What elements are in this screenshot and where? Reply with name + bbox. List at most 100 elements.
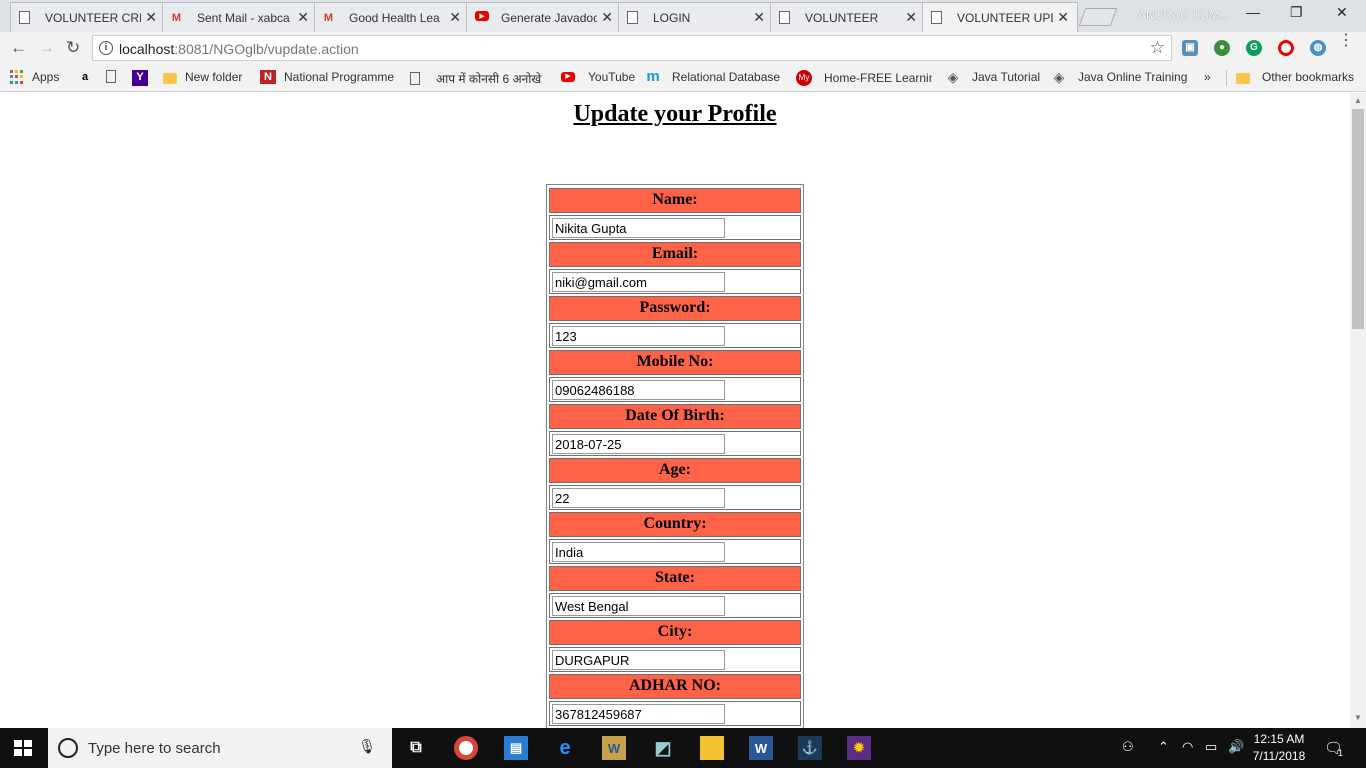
field-input-cell	[549, 593, 801, 618]
minimize-icon[interactable]: —	[1246, 4, 1260, 20]
bookmark-other-bookmarks[interactable]: Other bookmarks	[1236, 70, 1354, 84]
restore-icon[interactable]: ❐	[1290, 4, 1303, 21]
close-icon[interactable]: ✕	[145, 9, 157, 26]
bookmark-relational-database[interactable]: m Relational Database	[646, 68, 780, 85]
extension-globe-icon[interactable]: ●	[1214, 40, 1230, 56]
bookmark-apps[interactable]: Apps	[10, 70, 59, 84]
tab-sent-mail[interactable]: M Sent Mail - xabca ✕	[162, 2, 318, 32]
tab-login[interactable]: LOGIN ✕	[618, 2, 774, 32]
tab-generate-javadoc[interactable]: ▶ Generate Javadoc ✕	[466, 2, 622, 32]
field-input[interactable]	[552, 542, 725, 562]
document-icon	[931, 11, 942, 24]
field-input-cell	[549, 323, 801, 348]
extension-earth-icon[interactable]: ◍	[1310, 40, 1326, 56]
bookmark-java-online-training[interactable]: ◈ Java Online Training	[1052, 69, 1188, 85]
tab-good-health[interactable]: M Good Health Lea ✕	[314, 2, 470, 32]
chrome-icon[interactable]	[454, 736, 478, 760]
tab-volunteer[interactable]: VOLUNTEER ✕	[770, 2, 926, 32]
wifi-icon[interactable]: ◠	[1182, 739, 1193, 755]
edge-icon[interactable]: e	[553, 736, 577, 760]
field-label: Mobile No:	[549, 350, 801, 375]
my-icon: My	[796, 70, 812, 86]
field-input[interactable]	[552, 380, 725, 400]
close-icon[interactable]: ✕	[601, 9, 613, 26]
bookmark-yahoo[interactable]: Y	[132, 70, 156, 86]
opera-icon[interactable]	[1278, 40, 1294, 56]
windows-start-icon[interactable]	[14, 740, 32, 756]
field-input[interactable]	[552, 272, 725, 292]
bookmark-label: New folder	[185, 70, 243, 84]
folder-icon	[163, 72, 177, 84]
tab-volunteer-crit[interactable]: VOLUNTEER CRIT ✕	[10, 2, 166, 32]
forward-arrow-icon[interactable]: →	[38, 38, 55, 58]
close-icon[interactable]: ✕	[905, 9, 917, 26]
m-icon: m	[646, 68, 660, 85]
bookmark-amazon[interactable]: a	[78, 70, 100, 84]
extension-green-icon[interactable]: G	[1246, 40, 1262, 56]
mysql-workbench-icon[interactable]: ⚓	[798, 736, 822, 760]
url-path: :8081/NGOglb/vupdate.action	[174, 41, 359, 57]
bookmark-youtube[interactable]: ▶ YouTube	[561, 70, 635, 84]
game-app-icon[interactable]: ✹	[847, 736, 871, 760]
wordpad-icon[interactable]: W	[602, 736, 626, 760]
field-label: Password:	[549, 296, 801, 321]
taskbar-clock[interactable]: 12:15 AM 7/11/2018	[1248, 731, 1310, 765]
bookmark-label: Java Online Training	[1078, 70, 1188, 84]
tab-title: LOGIN	[653, 10, 691, 25]
field-input[interactable]	[552, 650, 725, 670]
cortana-icon[interactable]	[58, 738, 78, 758]
bookmarks-separator	[1226, 70, 1227, 86]
chevron-up-icon[interactable]: ⌃	[1158, 739, 1169, 755]
field-input[interactable]	[552, 218, 725, 238]
bookmarks-overflow-button[interactable]: »	[1204, 70, 1211, 84]
microphone-icon[interactable]: 🎙	[358, 738, 376, 755]
address-bar[interactable]: i localhost:8081/NGOglb/vupdate.action ☆	[92, 35, 1172, 61]
new-tab-button[interactable]	[1078, 8, 1118, 26]
youtube-icon: ▶	[475, 11, 489, 21]
field-input[interactable]	[552, 326, 725, 346]
profile-name[interactable]: ANURAG KUM...	[1138, 8, 1229, 22]
bookmark-java-tutorial[interactable]: ◈ Java Tutorial	[946, 70, 1040, 84]
reload-icon[interactable]: ↻	[66, 38, 80, 58]
bookmark-national-programme[interactable]: N National Programme	[260, 70, 394, 84]
tab-title: Generate Javadoc	[501, 10, 597, 25]
task-view-icon[interactable]: ⧉	[404, 736, 428, 760]
document-icon	[779, 11, 790, 24]
scroll-down-arrow-icon[interactable]: ▼	[1354, 713, 1362, 722]
scroll-up-arrow-icon[interactable]: ▲	[1354, 96, 1362, 105]
close-icon[interactable]: ✕	[753, 9, 765, 26]
field-input[interactable]	[552, 488, 725, 508]
scrollbar-thumb[interactable]	[1352, 109, 1364, 329]
people-icon[interactable]: ⚇	[1122, 739, 1134, 755]
bookmark-hindi-article[interactable]: आप में कोनसी 6 अनोखे	[410, 70, 546, 87]
close-icon[interactable]: ✕	[297, 9, 309, 26]
bookmark-label: आप में कोनसी 6 अनोखे	[436, 72, 542, 86]
bookmark-document[interactable]	[106, 70, 124, 83]
vertical-scrollbar[interactable]: ▲ ▼	[1350, 93, 1366, 728]
close-icon[interactable]: ✕	[1057, 9, 1069, 26]
extension-photo-icon[interactable]: ▣	[1182, 40, 1198, 56]
battery-icon[interactable]: ▭	[1205, 739, 1217, 755]
volume-icon[interactable]: 🔊	[1228, 739, 1244, 755]
bookmarks-bar: Apps a Y New folder N National Programme…	[0, 64, 1366, 92]
file-explorer-icon[interactable]	[700, 736, 724, 760]
close-icon[interactable]: ✕	[449, 9, 461, 26]
store-icon[interactable]: ▤	[504, 736, 528, 760]
field-input-cell	[549, 431, 801, 456]
close-window-icon[interactable]: ✕	[1336, 4, 1348, 21]
url-text[interactable]: localhost:8081/NGOglb/vupdate.action	[119, 41, 359, 57]
bookmark-new-folder[interactable]: New folder	[163, 70, 242, 84]
taskbar-search-box[interactable]: Type here to search 🎙	[48, 728, 392, 768]
menu-dots-icon[interactable]: ⋮	[1338, 33, 1354, 49]
snipping-tool-icon[interactable]: ◩	[651, 736, 675, 760]
field-input[interactable]	[552, 704, 725, 724]
bookmark-home-free-learning[interactable]: My Home-FREE Learning	[796, 70, 932, 86]
word-icon[interactable]: W	[749, 736, 773, 760]
tab-volunteer-update[interactable]: VOLUNTEER UPD ✕	[922, 2, 1078, 32]
info-icon[interactable]: i	[99, 41, 113, 55]
field-input[interactable]	[552, 434, 725, 454]
bookmark-star-icon[interactable]: ☆	[1150, 38, 1165, 58]
back-arrow-icon[interactable]: ←	[10, 38, 27, 58]
field-input[interactable]	[552, 596, 725, 616]
diamond-icon: ◈	[1053, 69, 1065, 85]
